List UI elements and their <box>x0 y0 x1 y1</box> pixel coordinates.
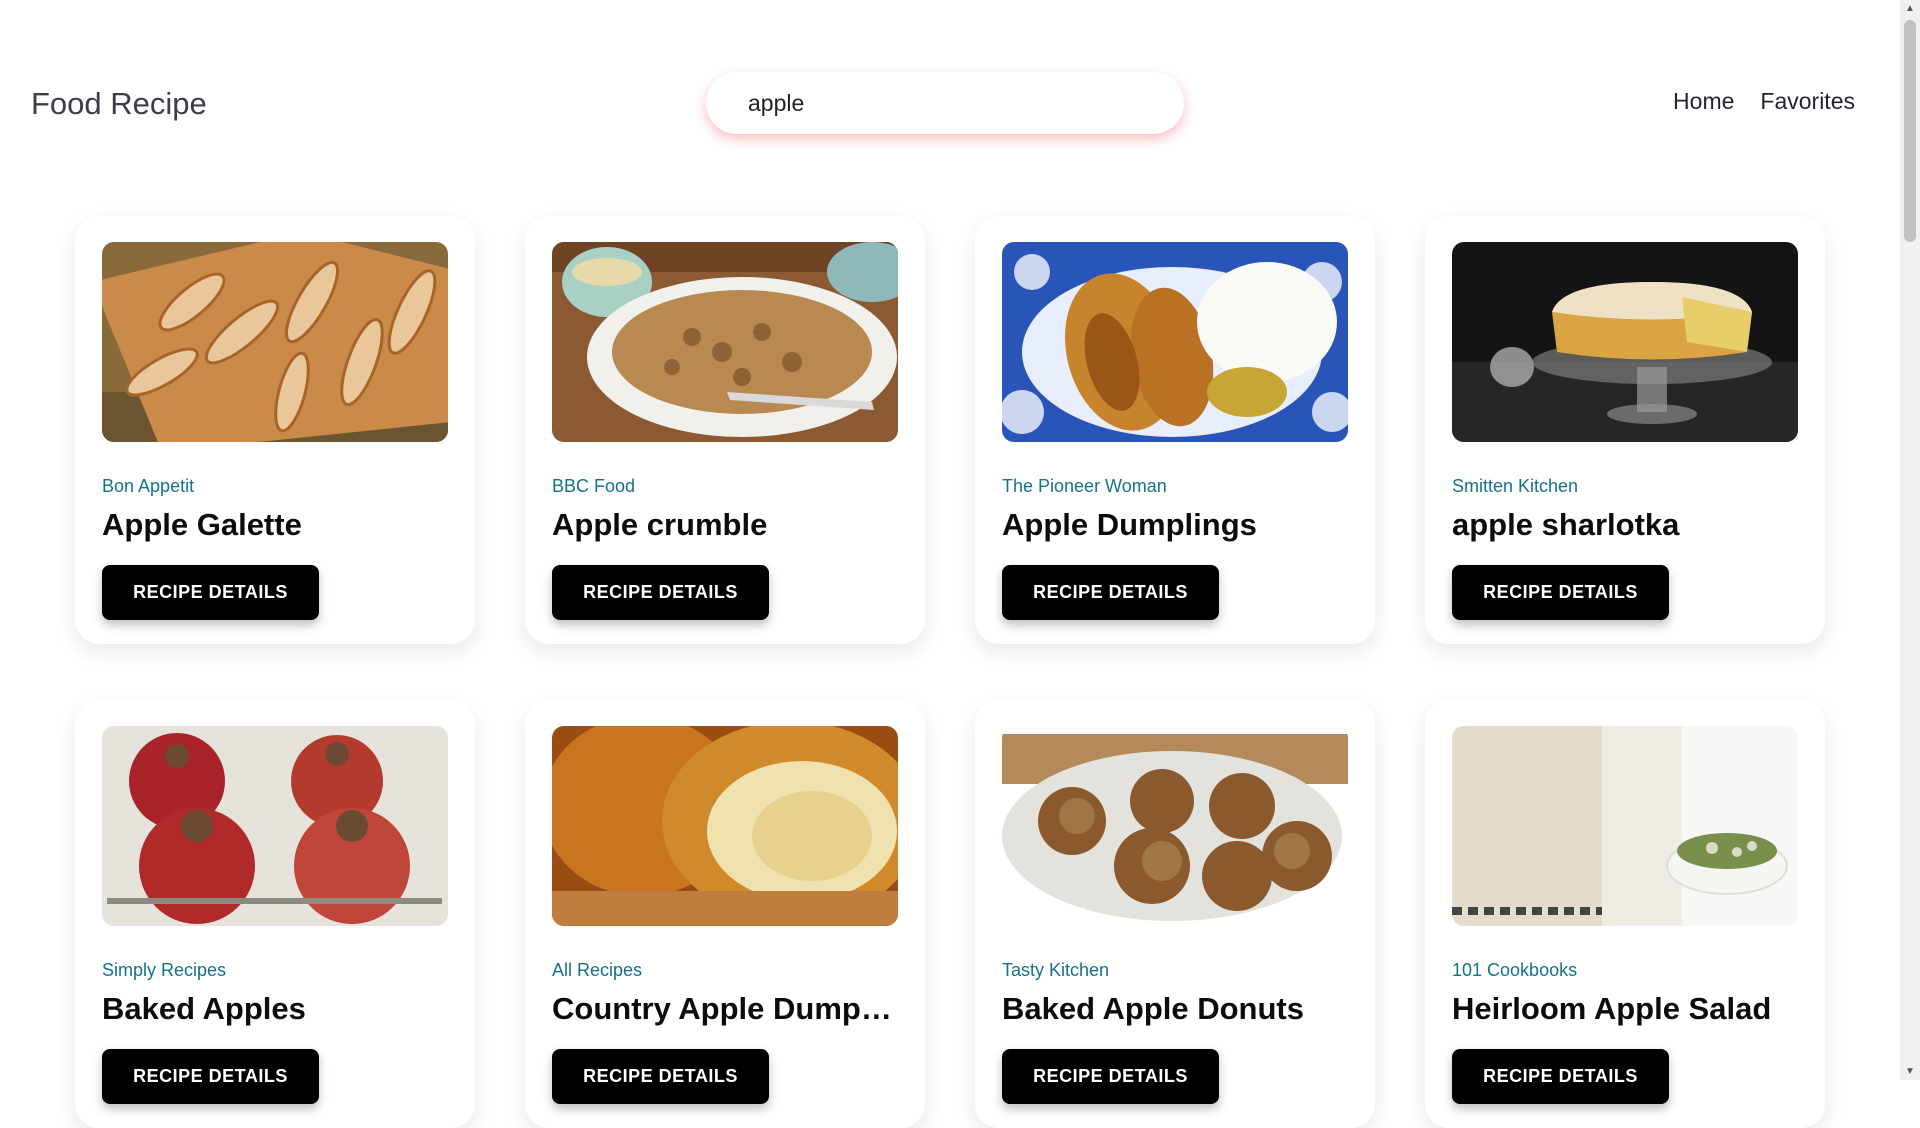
recipe-title: Baked Apple Donuts <box>1002 991 1304 1026</box>
recipe-grid: Bon Appetit Apple Galette RECIPE DETAILS <box>75 216 1825 1128</box>
recipe-title: Apple Galette <box>102 507 302 542</box>
recipe-image <box>1452 242 1798 442</box>
main-nav: Home Favorites <box>1673 88 1855 115</box>
recipe-publisher: Bon Appetit <box>102 476 195 496</box>
scroll-up-arrow-icon[interactable]: ▲ <box>1900 0 1920 17</box>
recipe-publisher: Smitten Kitchen <box>1452 476 1579 496</box>
recipe-card: All Recipes Country Apple Dumplings RECI… <box>525 700 925 1128</box>
recipe-details-button[interactable]: RECIPE DETAILS <box>102 1049 319 1104</box>
recipe-title: Country Apple Dumplings <box>552 991 898 1026</box>
recipe-card: The Pioneer Woman Apple Dumplings RECIPE… <box>975 216 1375 644</box>
recipe-card: Tasty Kitchen Baked Apple Donuts RECIPE … <box>975 700 1375 1128</box>
recipe-details-button[interactable]: RECIPE DETAILS <box>102 565 319 620</box>
recipe-title: Apple Dumplings <box>1002 507 1257 542</box>
recipe-image <box>552 242 898 442</box>
recipe-image <box>1452 726 1798 926</box>
recipe-publisher: The Pioneer Woman <box>1002 476 1167 496</box>
recipe-publisher: Simply Recipes <box>102 960 227 980</box>
recipe-details-button[interactable]: RECIPE DETAILS <box>1002 1049 1219 1104</box>
recipe-details-button[interactable]: RECIPE DETAILS <box>552 565 769 620</box>
vertical-scrollbar[interactable]: ▲ ▼ <box>1900 0 1920 1080</box>
scroll-down-arrow-icon[interactable]: ▼ <box>1900 1063 1920 1080</box>
recipe-image <box>552 726 898 926</box>
recipe-title: Apple crumble <box>552 507 768 542</box>
recipe-title: Baked Apples <box>102 991 306 1026</box>
recipe-publisher: BBC Food <box>552 476 636 496</box>
page: Food Recipe Home Favorites <box>0 0 1900 1128</box>
recipe-image <box>102 242 448 442</box>
recipe-publisher: 101 Cookbooks <box>1452 960 1578 980</box>
recipe-details-button[interactable]: RECIPE DETAILS <box>1002 565 1219 620</box>
recipe-image <box>102 726 448 926</box>
search-input[interactable] <box>746 88 1184 118</box>
nav-home-link[interactable]: Home <box>1673 88 1734 115</box>
recipe-publisher: Tasty Kitchen <box>1002 960 1110 980</box>
search-box[interactable] <box>706 72 1184 134</box>
recipe-card: 101 Cookbooks Heirloom Apple Salad RECIP… <box>1425 700 1825 1128</box>
recipe-card: Bon Appetit Apple Galette RECIPE DETAILS <box>75 216 475 644</box>
nav-favorites-link[interactable]: Favorites <box>1760 88 1855 115</box>
recipe-title: apple sharlotka <box>1452 507 1680 542</box>
recipe-title: Heirloom Apple Salad <box>1452 991 1772 1026</box>
recipe-card: Simply Recipes Baked Apples RECIPE DETAI… <box>75 700 475 1128</box>
recipe-publisher: All Recipes <box>552 960 643 980</box>
recipe-details-button[interactable]: RECIPE DETAILS <box>1452 565 1669 620</box>
recipe-details-button[interactable]: RECIPE DETAILS <box>552 1049 769 1104</box>
recipe-card: Smitten Kitchen apple sharlotka RECIPE D… <box>1425 216 1825 644</box>
recipe-image <box>1002 242 1348 442</box>
recipe-details-button[interactable]: RECIPE DETAILS <box>1452 1049 1669 1104</box>
brand-logo-text[interactable]: Food Recipe <box>31 86 207 122</box>
recipe-card: BBC Food Apple crumble RECIPE DETAILS <box>525 216 925 644</box>
scrollbar-thumb[interactable] <box>1904 20 1916 242</box>
recipe-image <box>1002 726 1348 926</box>
